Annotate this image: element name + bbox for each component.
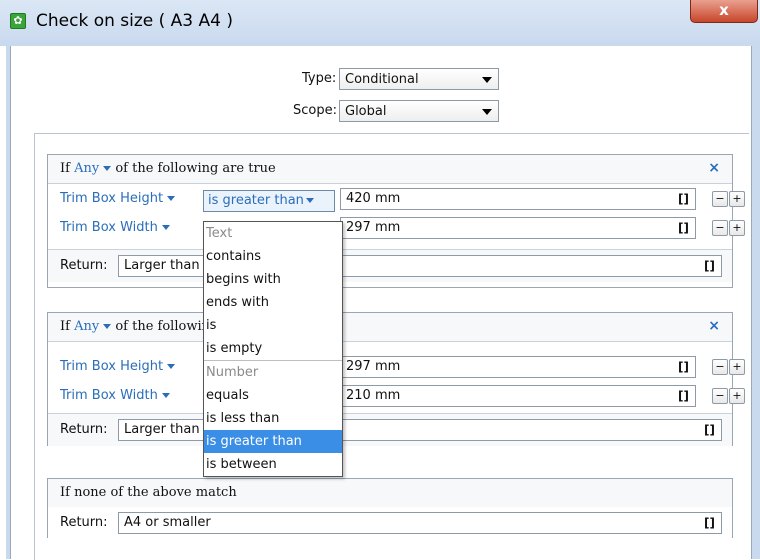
chevron-down-icon [161,393,170,398]
group-condition-text: of the following are true [115,161,276,176]
group-header: If Any of the following are true × [48,313,732,342]
remove-row-button[interactable]: − [712,191,728,207]
field-dropdown[interactable]: Trim Box Height [60,359,176,374]
type-label: Type: [302,71,337,86]
return-label: Return: [60,422,108,437]
if-label: If [60,161,70,176]
type-select-value: Conditional [345,72,419,87]
bracket-icon[interactable]: [] [704,256,715,276]
value-input[interactable]: 210 mm[] [340,385,696,407]
menu-item-ends-with[interactable]: ends with [204,291,342,314]
menu-item-is-between[interactable]: is between [204,453,342,476]
menu-item-equals[interactable]: equals [204,384,342,407]
remove-row-button[interactable]: − [712,220,728,236]
app-icon: ✿ [10,13,26,29]
chevron-down-icon [161,225,170,230]
scope-select-value: Global [345,104,387,119]
value-input[interactable]: 420 mm[] [340,188,696,210]
bracket-icon[interactable]: [] [678,189,689,209]
bracket-icon[interactable]: [] [678,386,689,406]
fallback-group: If none of the above match Return: A4 or… [47,478,733,539]
bracket-icon[interactable]: [] [678,357,689,377]
bracket-icon[interactable]: [] [704,513,715,533]
add-row-button[interactable]: + [729,359,745,375]
remove-group-icon[interactable]: × [708,318,720,334]
scope-label: Scope: [293,103,337,118]
add-row-button[interactable]: + [729,388,745,404]
bracket-icon[interactable]: [] [704,420,715,440]
window-frame-right [751,46,760,559]
chevron-down-icon [482,109,492,115]
field-dropdown[interactable]: Trim Box Width [60,388,170,403]
title-bar: ✿ Check on size ( A3 A4 ) [0,0,760,46]
return-label: Return: [60,258,108,273]
return-label: Return: [60,515,108,530]
value-input[interactable]: 297 mm[] [340,217,696,239]
fallback-header: If none of the above match [48,479,732,508]
chevron-down-icon [167,364,176,369]
chevron-down-icon [167,196,176,201]
quantifier-dropdown[interactable]: Any [74,161,112,176]
menu-item-is-less-than[interactable]: is less than [204,407,342,430]
window-title: Check on size ( A3 A4 ) [36,11,234,31]
close-button[interactable]: x [690,0,758,23]
return-row: Return: Larger than[] [48,249,732,282]
menu-item-is-empty[interactable]: is empty [204,337,342,360]
field-dropdown[interactable]: Trim Box Height [60,191,176,206]
menu-item-begins-with[interactable]: begins with [204,268,342,291]
add-row-button[interactable]: + [729,220,745,236]
quantifier-dropdown[interactable]: Any [74,319,112,334]
condition-group-1: If Any of the following are true × Trim … [47,154,745,288]
menu-header-text: Text [206,226,233,241]
operator-menu: Text contains begins with ends with is i… [203,221,343,477]
add-row-button[interactable]: + [729,191,745,207]
return-row: Return: Larger than[] [48,413,732,446]
fallback-label: If none of the above match [60,485,237,500]
operator-dropdown[interactable]: is greater than [203,190,335,212]
menu-item-contains[interactable]: contains [204,245,342,268]
chevron-down-icon [305,198,314,203]
bracket-icon[interactable]: [] [678,218,689,238]
if-label: If [60,319,70,334]
return-input[interactable]: A4 or smaller[] [118,512,722,534]
chevron-down-icon [103,166,112,171]
type-select[interactable]: Conditional [339,68,499,90]
return-row: Return: A4 or smaller[] [48,507,732,539]
remove-group-icon[interactable]: × [708,160,720,176]
menu-item-is-greater-than[interactable]: is greater than [204,430,342,453]
chevron-down-icon [482,77,492,83]
menu-item-is[interactable]: is [204,314,342,337]
remove-row-button[interactable]: − [712,388,728,404]
chevron-down-icon [103,324,112,329]
group-header: If Any of the following are true × [48,155,732,184]
menu-header-number: Number [206,365,259,380]
value-input[interactable]: 297 mm[] [340,356,696,378]
scope-select[interactable]: Global [339,100,499,122]
field-dropdown[interactable]: Trim Box Width [60,220,170,235]
remove-row-button[interactable]: − [712,359,728,375]
condition-group-2: If Any of the following are true × Trim … [47,312,745,446]
